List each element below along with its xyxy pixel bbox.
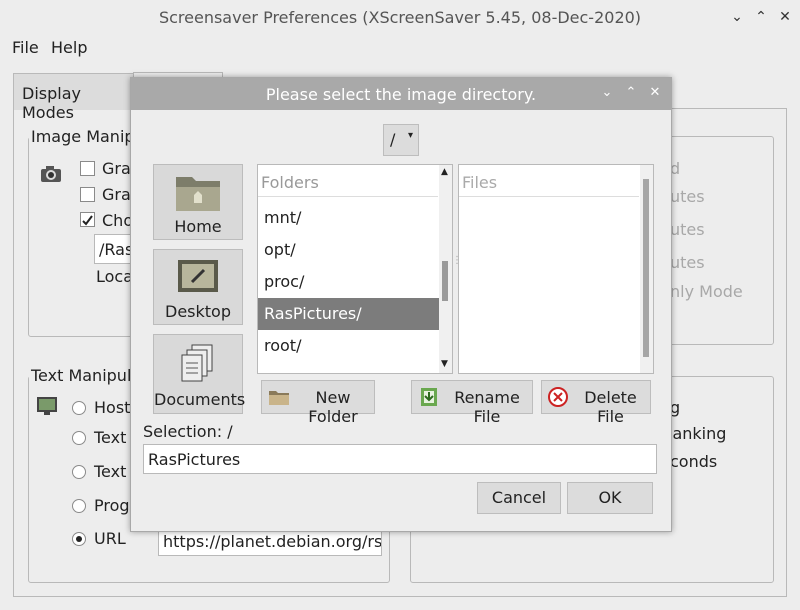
menubar: File Help <box>0 34 800 60</box>
pane-splitter-handle[interactable]: ⋮ <box>452 256 462 282</box>
checkmark-icon <box>82 215 93 226</box>
files-scrollbar[interactable] <box>640 165 653 373</box>
dialog-maximize-button[interactable]: ⌃ <box>621 83 641 103</box>
folders-scrollbar[interactable]: ▲ ▼ <box>439 165 452 373</box>
choose-random-checkbox[interactable] <box>80 212 95 227</box>
desktop-icon <box>174 256 222 300</box>
grab-desktop-checkbox[interactable] <box>80 161 95 176</box>
minimize-button[interactable]: ⌄ <box>726 6 748 28</box>
cancel-button[interactable]: Cancel <box>477 482 561 514</box>
folder-row-proc[interactable]: proc/ <box>258 266 444 298</box>
text-group-title: Text Manipula <box>29 366 144 385</box>
delete-file-button[interactable]: Delete File <box>541 380 651 426</box>
url-label: URL <box>94 529 126 548</box>
folder-row-mnt[interactable]: mnt/ <box>258 202 444 234</box>
folders-scroll-thumb[interactable] <box>442 261 448 301</box>
new-folder-icon <box>268 388 290 410</box>
text-label: Text <box>94 428 127 447</box>
scroll-up-icon[interactable]: ▲ <box>441 167 448 177</box>
host-name-label: Host <box>94 398 131 417</box>
place-documents-label: Documents <box>154 390 246 409</box>
path-dropdown-label: / <box>390 130 396 149</box>
place-desktop-button[interactable]: Desktop <box>153 249 243 325</box>
folders-header-divider <box>258 196 438 197</box>
grab-video-checkbox[interactable] <box>80 187 95 202</box>
folder-row-opt[interactable]: opt/ <box>258 234 444 266</box>
timing-line-4: utes <box>670 253 705 272</box>
camera-icon <box>40 164 62 184</box>
rename-file-icon <box>418 387 440 411</box>
scroll-down-icon[interactable]: ▼ <box>441 359 448 369</box>
rename-file-label: Rename File <box>454 388 520 426</box>
dialog-close-button[interactable]: ✕ <box>645 83 665 103</box>
path-dropdown[interactable]: / ▾ <box>383 124 419 156</box>
url-value: https://planet.debian.org/rss20 <box>163 532 382 551</box>
folders-header: Folders <box>261 173 319 192</box>
place-home-label: Home <box>174 217 222 236</box>
files-scroll-thumb[interactable] <box>643 179 649 357</box>
choose-random-label: Cho <box>102 211 134 230</box>
files-list[interactable]: Files <box>458 164 654 374</box>
dialog-title: Please select the image directory. <box>265 85 537 104</box>
power-line-2: lanking <box>668 424 727 443</box>
folders-list[interactable]: Folders mnt/ opt/ proc/ RasPictures/ roo… <box>257 164 453 374</box>
monitor-icon <box>36 396 58 416</box>
selection-label: Selection: / <box>143 422 233 441</box>
delete-file-label: Delete File <box>584 388 637 426</box>
ok-button[interactable]: OK <box>567 482 653 514</box>
selection-input[interactable]: RasPictures <box>143 444 657 474</box>
timing-line-3: utes <box>670 220 705 239</box>
files-header-divider <box>459 196 639 197</box>
timing-line-2: utes <box>670 187 705 206</box>
dialog-titlebar: Please select the image directory. ⌄ ⌃ ✕ <box>131 78 671 110</box>
rename-file-button[interactable]: Rename File <box>411 380 533 426</box>
place-home-button[interactable]: Home <box>153 164 243 240</box>
timing-line-5: nly Mode <box>670 282 743 301</box>
delete-icon <box>548 387 568 411</box>
menu-help[interactable]: Help <box>51 38 87 57</box>
program-radio[interactable] <box>72 499 86 513</box>
text-radio[interactable] <box>72 431 86 445</box>
files-header: Files <box>462 173 498 192</box>
chevron-down-icon: ▾ <box>408 130 414 141</box>
power-line-3: conds <box>670 452 718 471</box>
folder-row-raspictures[interactable]: RasPictures/ <box>258 298 444 330</box>
dialog-minimize-button[interactable]: ⌄ <box>597 83 617 103</box>
new-folder-button[interactable]: New Folder <box>261 380 375 426</box>
tab-display-modes[interactable]: Display Modes <box>13 73 137 122</box>
window-titlebar: Screensaver Preferences (XScreenSaver 5.… <box>0 0 800 34</box>
select-directory-dialog: Please select the image directory. ⌄ ⌃ ✕… <box>130 77 672 532</box>
host-name-radio[interactable] <box>72 401 86 415</box>
selection-input-value: RasPictures <box>148 450 241 469</box>
window-title: Screensaver Preferences (XScreenSaver 5.… <box>158 8 642 27</box>
url-radio[interactable] <box>72 532 86 546</box>
local-directory-label: Loca <box>96 267 134 286</box>
maximize-button[interactable]: ⌃ <box>750 6 772 28</box>
image-path-value: /Ras <box>99 240 134 259</box>
tab-display-modes-label: Display Modes <box>22 84 81 122</box>
menu-file[interactable]: File <box>12 38 39 57</box>
home-folder-icon <box>174 169 222 217</box>
text-file-radio[interactable] <box>72 465 86 479</box>
close-button[interactable]: ✕ <box>774 6 796 28</box>
radio-dot <box>76 536 82 542</box>
place-desktop-label: Desktop <box>165 302 231 321</box>
place-documents-button[interactable]: Documents <box>153 334 246 414</box>
folder-row-root[interactable]: root/ <box>258 330 444 362</box>
new-folder-label: New Folder <box>308 388 358 426</box>
documents-icon <box>180 343 216 387</box>
